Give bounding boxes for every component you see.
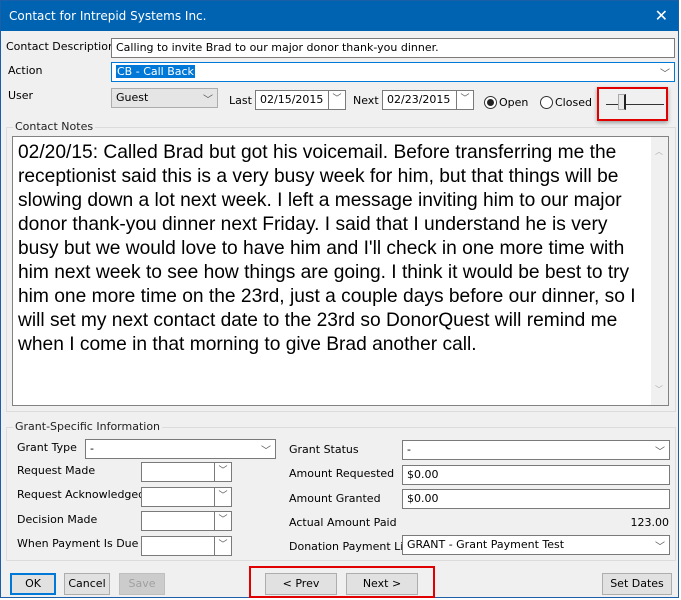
contact-dialog: Contact for Intrepid Systems Inc. ✕ Cont… (0, 0, 679, 598)
closed-radio-label: Closed (555, 96, 592, 109)
grant-status-label: Grant Status (289, 443, 359, 456)
actual-paid-label: Actual Amount Paid (289, 516, 397, 529)
title-bar: Contact for Intrepid Systems Inc. ✕ (1, 1, 678, 31)
chevron-down-icon[interactable]: ﹀ (261, 442, 271, 457)
contact-description-label: Contact Description (6, 40, 115, 53)
contact-description-input[interactable]: Calling to invite Brad to our major dono… (111, 38, 675, 58)
user-label: User (8, 89, 34, 102)
last-date-dropdown-icon[interactable]: ﹀ (328, 90, 346, 110)
amount-granted-input[interactable]: $0.00 (402, 489, 670, 509)
next-date-dropdown-icon[interactable]: ﹀ (456, 90, 474, 110)
next-button[interactable]: Next > (346, 573, 418, 595)
slider-track[interactable] (606, 104, 664, 105)
window-title: Contact for Intrepid Systems Inc. (9, 9, 207, 23)
user-combo[interactable]: Guest ﹀ (111, 88, 218, 108)
amount-requested-label: Amount Requested (289, 467, 395, 480)
payment-link-combo[interactable]: GRANT - Grant Payment Test ﹀ (402, 535, 670, 555)
ok-button[interactable]: OK (10, 573, 56, 595)
chevron-down-icon[interactable]: ﹀ (203, 91, 213, 106)
payment-link-label: Donation Payment Link (289, 540, 417, 553)
request-made-dropdown-icon[interactable]: ﹀ (214, 462, 232, 482)
closed-radio[interactable] (540, 96, 553, 109)
set-dates-button[interactable]: Set Dates (602, 573, 672, 595)
next-date-input[interactable]: 02/23/2015 (382, 90, 457, 110)
request-ack-dropdown-icon[interactable]: ﹀ (214, 487, 232, 507)
scroll-down-icon[interactable]: ﹀ (655, 378, 663, 402)
request-ack-label: Request Acknowledged (17, 488, 146, 501)
grant-type-combo[interactable]: - ﹀ (85, 439, 276, 459)
scroll-up-icon[interactable]: ︿ (655, 140, 663, 164)
next-date-label: Next (353, 94, 379, 107)
contact-notes-title: Contact Notes (13, 120, 96, 133)
payment-due-label: When Payment Is Due (17, 537, 139, 550)
open-radio-label: Open (499, 96, 529, 109)
grant-status-value: - (407, 443, 411, 456)
contact-notes-text: 02/20/15: Called Brad but got his voicem… (18, 142, 636, 355)
open-radio[interactable] (484, 96, 497, 109)
payment-due-dropdown-icon[interactable]: ﹀ (214, 536, 232, 556)
request-ack-input[interactable] (141, 487, 215, 507)
chevron-down-icon[interactable]: ﹀ (660, 65, 670, 80)
close-icon[interactable]: ✕ (655, 6, 668, 25)
action-combo[interactable]: CB - Call Back ﹀ (111, 62, 675, 82)
actual-paid-value: 123.00 (630, 516, 670, 529)
amount-granted-label: Amount Granted (289, 492, 381, 505)
prev-button[interactable]: < Prev (265, 573, 337, 595)
cancel-button[interactable]: Cancel (64, 573, 110, 595)
user-value: Guest (116, 91, 149, 104)
save-button[interactable]: Save (119, 573, 165, 595)
chevron-down-icon[interactable]: ﹀ (655, 538, 665, 553)
font-size-slider-highlight (597, 87, 668, 121)
grant-info-title: Grant-Specific Information (13, 420, 163, 433)
payment-link-value: GRANT - Grant Payment Test (407, 538, 565, 551)
action-label: Action (8, 64, 43, 77)
chevron-down-icon[interactable]: ﹀ (655, 443, 665, 458)
slider-thumb[interactable] (618, 94, 626, 110)
decision-made-dropdown-icon[interactable]: ﹀ (214, 511, 232, 531)
decision-made-input[interactable] (141, 511, 215, 531)
notes-scrollbar[interactable]: ︿ ﹀ (651, 137, 668, 405)
grant-type-value: - (90, 442, 94, 455)
contact-notes-textarea[interactable]: 02/20/15: Called Brad but got his voicem… (12, 136, 669, 406)
request-made-input[interactable] (141, 462, 215, 482)
grant-status-combo[interactable]: - ﹀ (402, 440, 670, 460)
amount-requested-input[interactable]: $0.00 (402, 465, 670, 485)
request-made-label: Request Made (17, 464, 96, 477)
payment-due-input[interactable] (141, 536, 215, 556)
action-value: CB - Call Back (116, 65, 195, 78)
last-date-label: Last (229, 94, 252, 107)
decision-made-label: Decision Made (17, 513, 98, 526)
grant-type-label: Grant Type (17, 441, 77, 454)
last-date-input[interactable]: 02/15/2015 (255, 90, 329, 110)
